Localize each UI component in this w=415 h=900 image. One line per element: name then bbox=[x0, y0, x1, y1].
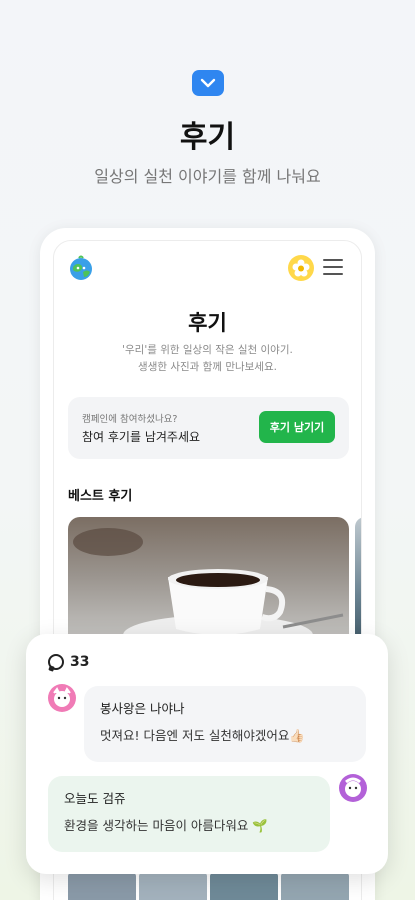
thumbnail[interactable] bbox=[68, 873, 136, 900]
comment-item: 봉사왕은 나야나 멋져요! 다음엔 저도 실천해야겠어요👍🏻 bbox=[84, 686, 366, 762]
thumbnail[interactable] bbox=[281, 873, 349, 900]
comment-item: 오늘도 검쥬 환경을 생각하는 마음이 아름다워요 🌱 bbox=[48, 776, 330, 852]
comments-card: 33 봉사왕은 나야나 멋져요! 다음엔 저도 실천해야겠어요👍🏻 오늘도 검쥬… bbox=[26, 634, 388, 874]
thumbnail[interactable] bbox=[139, 873, 207, 900]
page-description-line-1: '우리'를 위한 일상의 작은 실천 이야기. bbox=[122, 344, 293, 356]
commenter-avatar[interactable] bbox=[48, 684, 76, 712]
earth-character-icon[interactable] bbox=[68, 255, 94, 281]
page-title: 후기 bbox=[188, 311, 227, 335]
page-description-line-2: 생생한 사진과 함께 만나보세요. bbox=[138, 361, 277, 373]
best-review-photo[interactable] bbox=[68, 517, 349, 647]
comment-count-value: 33 bbox=[70, 654, 90, 670]
thumbnail[interactable] bbox=[210, 873, 278, 900]
hero-subtitle: 일상의 실천 이야기를 함께 나눠요 bbox=[94, 167, 321, 186]
review-cta-box: 캠페인에 참여하셨나요? 참여 후기를 남겨주세요 후기 남기기 bbox=[68, 397, 349, 459]
page-description: '우리'를 위한 일상의 작은 실천 이야기. 생생한 사진과 함께 만나보세요… bbox=[54, 342, 361, 376]
comment-text: 환경을 생각하는 마음이 아름다워요 🌱 bbox=[64, 818, 268, 833]
flower-avatar-icon[interactable] bbox=[288, 255, 314, 281]
comment-text: 멋져요! 다음엔 저도 실천해야겠어요👍🏻 bbox=[100, 728, 305, 743]
next-review-photo[interactable] bbox=[355, 517, 361, 647]
comment-author: 오늘도 검쥬 bbox=[64, 791, 126, 806]
cta-message: 참여 후기를 남겨주세요 bbox=[82, 430, 201, 444]
comment-author: 봉사왕은 나야나 bbox=[100, 701, 185, 716]
write-review-button[interactable]: 후기 남기기 bbox=[259, 411, 335, 443]
speech-bubble-icon bbox=[48, 654, 64, 670]
commenter-avatar[interactable] bbox=[339, 774, 367, 802]
menu-icon[interactable] bbox=[323, 259, 343, 277]
comment-count[interactable]: 33 bbox=[48, 654, 89, 670]
review-thumbnails bbox=[68, 873, 349, 900]
cta-question: 캠페인에 참여하셨나요? bbox=[82, 414, 178, 425]
best-reviews-title: 베스트 후기 bbox=[68, 489, 133, 504]
hero-title: 후기 bbox=[179, 120, 236, 155]
chevron-down-icon[interactable] bbox=[192, 70, 224, 96]
